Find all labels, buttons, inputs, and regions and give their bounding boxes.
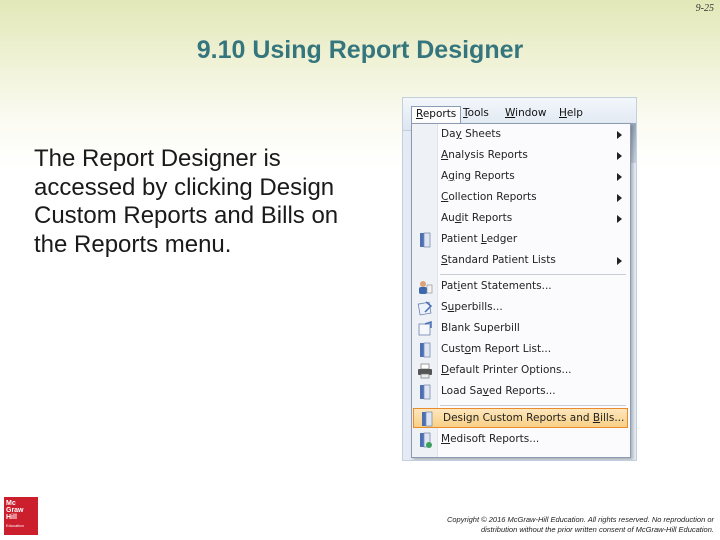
report-book-icon	[420, 232, 431, 248]
menubar-tools[interactable]: Tools	[459, 106, 493, 123]
menu-item-patient-statements[interactable]: Patient Statements...	[412, 277, 630, 297]
printer-icon	[418, 363, 432, 379]
menu-item-standard-patient-lists[interactable]: Standard Patient Lists	[412, 251, 630, 271]
patient-statement-icon	[419, 281, 433, 294]
submenu-arrow-icon	[617, 257, 622, 265]
toolbar-edge	[631, 123, 636, 163]
slide-number: 9-25	[695, 3, 714, 14]
menu-item-superbills[interactable]: Superbills...	[412, 298, 630, 318]
menu-item-day-sheets[interactable]: Day Sheets	[412, 125, 630, 145]
superbill-icon	[417, 301, 433, 316]
custom-report-list-icon	[420, 342, 431, 358]
submenu-arrow-icon	[617, 173, 622, 181]
copyright-notice: Copyright © 2016 McGraw-Hill Education. …	[446, 515, 714, 534]
medisoft-reports-icon	[420, 432, 432, 448]
slide-title: 9.10 Using Report Designer	[196, 36, 524, 64]
reports-menu-screenshot: Reports Tools Window Help Day Sheets Ana…	[402, 97, 637, 461]
submenu-arrow-icon	[617, 215, 622, 223]
menu-item-medisoft-reports[interactable]: Medisoft Reports...	[412, 430, 630, 450]
mcgraw-hill-logo: Mc Graw Hill Education	[4, 497, 38, 535]
menu-item-audit-reports[interactable]: Audit Reports	[412, 209, 630, 229]
menu-item-blank-superbill[interactable]: Blank Superbill	[412, 319, 630, 339]
saved-reports-icon	[420, 384, 431, 400]
blank-superbill-icon	[418, 321, 432, 336]
menu-separator	[440, 405, 626, 406]
menu-item-load-saved-reports[interactable]: Load Saved Reports...	[412, 382, 630, 402]
menu-item-aging-reports[interactable]: Aging Reports	[412, 167, 630, 187]
menu-item-custom-report-list[interactable]: Custom Report List...	[412, 340, 630, 360]
menu-item-collection-reports[interactable]: Collection Reports	[412, 188, 630, 208]
design-reports-icon	[422, 411, 433, 427]
menu-item-patient-ledger[interactable]: Patient Ledger	[412, 230, 630, 250]
submenu-arrow-icon	[617, 194, 622, 202]
menubar-window[interactable]: Window	[501, 106, 550, 123]
menu-separator	[440, 274, 626, 275]
menubar-help[interactable]: Help	[555, 106, 587, 123]
reports-dropdown: Day Sheets Analysis Reports Aging Report…	[411, 123, 631, 458]
menu-item-design-custom-reports-and-bills[interactable]: Design Custom Reports and Bills...	[413, 408, 628, 428]
menu-item-default-printer-options[interactable]: Default Printer Options...	[412, 361, 630, 381]
submenu-arrow-icon	[617, 131, 622, 139]
body-text: The Report Designer is accessed by click…	[34, 145, 339, 258]
submenu-arrow-icon	[617, 152, 622, 160]
menu-item-analysis-reports[interactable]: Analysis Reports	[412, 146, 630, 166]
